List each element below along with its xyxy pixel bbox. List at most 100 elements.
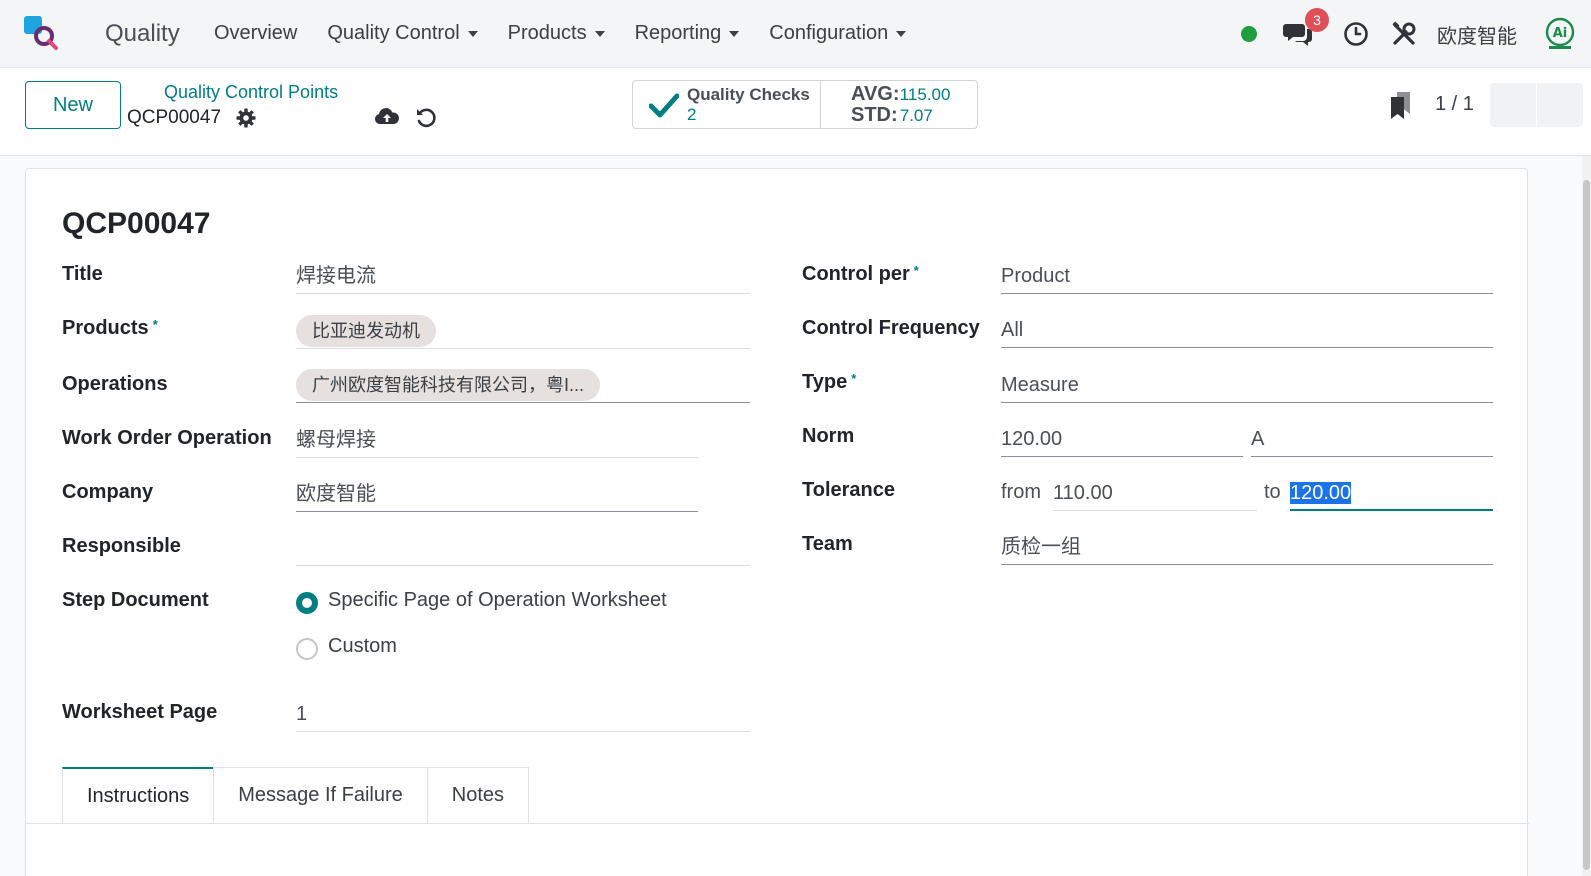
message-count-badge: 3 xyxy=(1305,8,1329,32)
save-cloud-icon[interactable] xyxy=(374,106,400,128)
responsible-label: Responsible xyxy=(62,535,181,557)
norm-unit-input[interactable]: A xyxy=(1251,423,1493,457)
main-menu: Overview Quality Control Products Report… xyxy=(214,22,907,45)
control-frequency-label: Control Frequency xyxy=(802,317,980,339)
norm-input[interactable]: 120.00 xyxy=(1001,423,1243,457)
systray: 3 欧度智能 Ai xyxy=(1241,8,1577,54)
breadcrumb-current: QCP00047 xyxy=(127,107,222,128)
menu-configuration[interactable]: Configuration xyxy=(769,22,907,45)
control-per-label: Control per * xyxy=(802,263,919,286)
step-document-label: Step Document xyxy=(62,589,209,611)
responsible-input[interactable] xyxy=(296,532,750,566)
tabs-divider xyxy=(26,823,1529,824)
tab-message-if-failure[interactable]: Message If Failure xyxy=(213,767,428,823)
user-avatar[interactable]: Ai xyxy=(1543,17,1577,51)
top-navbar: Quality Overview Quality Control Product… xyxy=(0,0,1591,68)
step-doc-worksheet-radio[interactable] xyxy=(296,592,318,614)
new-button[interactable]: New xyxy=(25,81,121,129)
pager-previous-button[interactable] xyxy=(1490,83,1536,127)
breadcrumb-parent-link[interactable]: Quality Control Points xyxy=(164,82,338,103)
discard-undo-icon[interactable] xyxy=(415,106,437,128)
products-field[interactable]: 比亚迪发动机 xyxy=(296,315,750,349)
tolerance-label: Tolerance xyxy=(802,479,895,501)
tolerance-from-label: from xyxy=(1001,481,1041,503)
menu-configuration-label: Configuration xyxy=(769,22,889,44)
quality-checks-count: 2 xyxy=(687,104,697,124)
tolerance-from-input[interactable]: 110.00 xyxy=(1053,477,1257,511)
control-per-label-text: Control per xyxy=(802,263,910,285)
quality-app-icon[interactable] xyxy=(24,16,58,50)
messaging-button[interactable]: 3 xyxy=(1283,8,1329,48)
tolerance-to-input[interactable]: 120.00 xyxy=(1290,477,1493,511)
title-input[interactable]: 焊接电流 xyxy=(296,260,750,294)
avg-value: 115.00 xyxy=(899,84,951,104)
title-label: Title xyxy=(62,263,103,285)
menu-overview[interactable]: Overview xyxy=(214,22,297,45)
company-input[interactable]: 欧度智能 xyxy=(296,478,698,512)
control-per-select[interactable]: Product xyxy=(1001,260,1493,294)
scrollbar-thumb[interactable] xyxy=(1583,180,1590,870)
work-order-operation-input[interactable]: 螺母焊接 xyxy=(296,424,698,458)
tab-notes[interactable]: Notes xyxy=(426,767,530,823)
type-select[interactable]: Measure xyxy=(1001,369,1493,403)
operations-label: Operations xyxy=(62,373,168,395)
quality-checks-label: Quality Checks xyxy=(687,84,810,104)
menu-products-label: Products xyxy=(507,22,587,44)
avg-label: AVG: xyxy=(851,82,900,105)
step-doc-custom-radio[interactable] xyxy=(296,638,318,660)
avg-std-stat-button[interactable]: AVG: 115.00 STD: 7.07 xyxy=(821,81,950,128)
required-asterisk: * xyxy=(152,317,158,332)
menu-products[interactable]: Products xyxy=(508,22,605,45)
work-order-operation-label: Work Order Operation xyxy=(62,427,272,449)
tab-instructions[interactable]: Instructions xyxy=(62,767,215,823)
team-select[interactable]: 质检一组 xyxy=(1001,531,1493,565)
company-switcher[interactable]: 欧度智能 xyxy=(1437,20,1517,49)
worksheet-page-input[interactable]: 1 xyxy=(296,698,750,732)
worksheet-page-label: Worksheet Page xyxy=(62,701,218,723)
stat-buttons: Quality Checks 2 AVG: 115.00 STD: 7.07 xyxy=(632,80,978,129)
operation-tag[interactable]: 广州欧度智能科技有限公司，粤I... xyxy=(296,369,601,401)
app-name[interactable]: Quality xyxy=(105,20,180,48)
tolerance-to-value: 120.00 xyxy=(1290,482,1352,504)
std-value: 7.07 xyxy=(899,105,933,125)
pager-next-button[interactable] xyxy=(1537,83,1583,127)
team-label: Team xyxy=(802,533,853,555)
caret-down-icon xyxy=(594,30,605,37)
notebook-tabs: Instructions Message If Failure Notes xyxy=(62,767,530,823)
step-doc-worksheet-label[interactable]: Specific Page of Operation Worksheet xyxy=(328,589,667,612)
pager-value[interactable]: 1 / 1 xyxy=(1435,93,1474,116)
step-doc-custom-label[interactable]: Custom xyxy=(328,635,397,658)
svg-text:Ai: Ai xyxy=(1553,26,1568,41)
required-asterisk: * xyxy=(913,263,919,278)
quality-checks-stat-button[interactable]: Quality Checks 2 xyxy=(633,81,821,128)
type-label: Type * xyxy=(802,371,856,394)
record-name: QCP00047 xyxy=(62,207,211,240)
clock-icon[interactable] xyxy=(1343,21,1369,47)
tolerance-to-label: to xyxy=(1264,481,1281,503)
product-tag[interactable]: 比亚迪发动机 xyxy=(296,315,436,347)
bookmarks-icon[interactable] xyxy=(1388,90,1414,120)
form-sheet: QCP00047 Title Products * Operations Work… xyxy=(25,168,1529,876)
caret-down-icon xyxy=(729,30,740,37)
norm-label: Norm xyxy=(802,425,855,447)
products-label: Products * xyxy=(62,317,158,340)
menu-reporting-label: Reporting xyxy=(634,22,722,44)
check-icon xyxy=(649,93,679,117)
menu-reporting[interactable]: Reporting xyxy=(635,22,740,45)
menu-quality-control-label: Quality Control xyxy=(327,22,460,44)
presence-status-icon[interactable] xyxy=(1241,26,1257,42)
caret-down-icon xyxy=(896,30,907,37)
company-label: Company xyxy=(62,481,154,503)
tools-icon[interactable] xyxy=(1391,21,1417,47)
control-frequency-select[interactable]: All xyxy=(1001,314,1493,348)
required-asterisk: * xyxy=(851,371,857,386)
menu-overview-label: Overview xyxy=(214,22,298,44)
products-label-text: Products xyxy=(62,317,149,339)
menu-quality-control[interactable]: Quality Control xyxy=(327,22,478,45)
std-label: STD: xyxy=(851,103,898,126)
control-panel: New Quality Control Points QCP00047 Qual… xyxy=(0,68,1591,156)
gear-icon[interactable] xyxy=(236,108,256,128)
caret-down-icon xyxy=(467,30,478,37)
type-label-text: Type xyxy=(802,371,848,393)
operations-field[interactable]: 广州欧度智能科技有限公司，粤I... xyxy=(296,369,750,403)
